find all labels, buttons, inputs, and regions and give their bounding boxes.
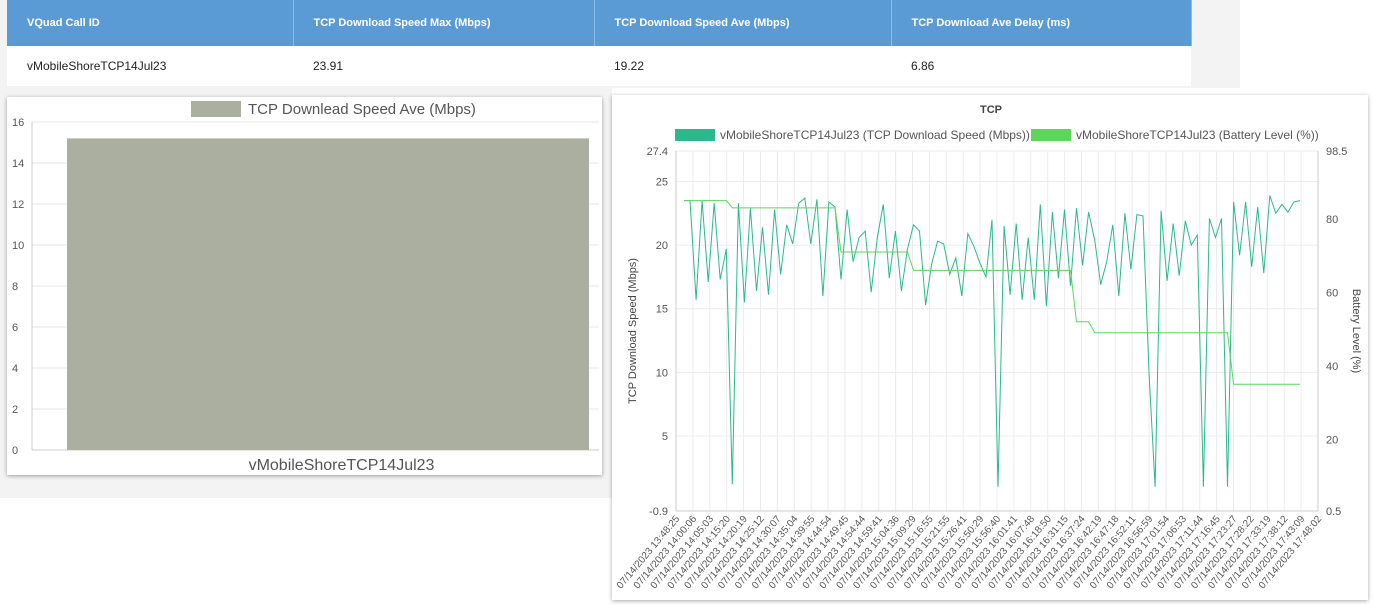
line-chart-card: TCP vMobileShoreTCP14Jul23 (TCP Download …: [612, 95, 1368, 600]
column-header-speed-ave[interactable]: TCP Download Speed Ave (Mbps): [594, 0, 892, 46]
y2-tick-label: 98.5: [1326, 146, 1347, 158]
summary-table-panel: VQuad Call ID TCP Download Speed Max (Mb…: [0, 0, 1240, 88]
y2-tick-label: 0.5: [1326, 506, 1341, 518]
legend-swatch-speed: [675, 129, 715, 141]
y2-tick-label: 20: [1326, 434, 1338, 446]
y-tick-label: 20: [656, 240, 668, 252]
series-line-speed: [684, 195, 1301, 487]
bar: [67, 138, 589, 450]
cell-ave-delay: 6.86: [891, 46, 1191, 86]
y-tick-label: 6: [12, 322, 18, 334]
x-tick-label: vMobileShoreTCP14Jul23: [249, 457, 435, 474]
legend-label-speed: vMobileShoreTCP14Jul23 (TCP Download Spe…: [720, 128, 1030, 142]
y-tick-label: 8: [12, 281, 18, 293]
y-axis-title: TCP Download Speed (Mbps): [627, 258, 639, 404]
y-tick-label: 4: [12, 363, 18, 375]
y-tick-label: 16: [12, 117, 24, 129]
legend-swatch: [191, 101, 241, 117]
y2-tick-label: 40: [1326, 361, 1338, 373]
y-tick-label: 12: [12, 199, 24, 211]
y2-tick-label: 80: [1326, 214, 1338, 226]
column-header-ave-delay[interactable]: TCP Download Ave Delay (ms): [891, 0, 1192, 46]
y-tick-label: 5: [662, 431, 668, 443]
y-tick-label: 10: [12, 240, 24, 252]
cell-speed-ave: 19.22: [594, 46, 891, 86]
cell-call-id: vMobileShoreTCP14Jul23: [7, 46, 293, 86]
chart-title: TCP: [980, 104, 1002, 116]
y-tick-label: 0: [12, 445, 18, 457]
y-tick-label: 15: [656, 304, 668, 316]
y-tick-label: -0.9: [649, 506, 668, 518]
y-tick-label: 27.4: [647, 146, 668, 158]
y-tick-label: 2: [12, 404, 18, 416]
legend-label-battery: vMobileShoreTCP14Jul23 (Battery Level (%…: [1076, 128, 1319, 142]
y-tick-label: 14: [12, 158, 24, 170]
y2-tick-label: 60: [1326, 287, 1338, 299]
column-header-speed-max[interactable]: TCP Download Speed Max (Mbps): [293, 0, 595, 46]
table-row[interactable]: vMobileShoreTCP14Jul23 23.91 19.22 6.86: [7, 46, 1191, 86]
legend-swatch-battery: [1031, 129, 1071, 141]
bar-chart: 0 2 4 6 8 10 12 14 16 vMobileShoreTCP14Jul23 TCP D…: [12, 101, 599, 474]
table-header-row: VQuad Call ID TCP Download Speed Max (Mb…: [7, 0, 1192, 46]
y2-axis-title: Battery Level (%): [1350, 289, 1362, 373]
summary-table: VQuad Call ID TCP Download Speed Max (Mb…: [7, 0, 1192, 86]
y-tick-label: 25: [656, 177, 668, 189]
bar-chart-card: 0 2 4 6 8 10 12 14 16 vMobileShoreTCP14Jul23 TCP D…: [7, 97, 602, 475]
line-chart: TCP vMobileShoreTCP14Jul23 (TCP Download …: [615, 104, 1362, 591]
cell-speed-max: 23.91: [293, 46, 594, 86]
y-tick-label: 10: [656, 367, 668, 379]
column-header-call-id[interactable]: VQuad Call ID: [7, 0, 294, 46]
legend-label: TCP Downlead Speed Ave (Mbps): [248, 101, 476, 118]
